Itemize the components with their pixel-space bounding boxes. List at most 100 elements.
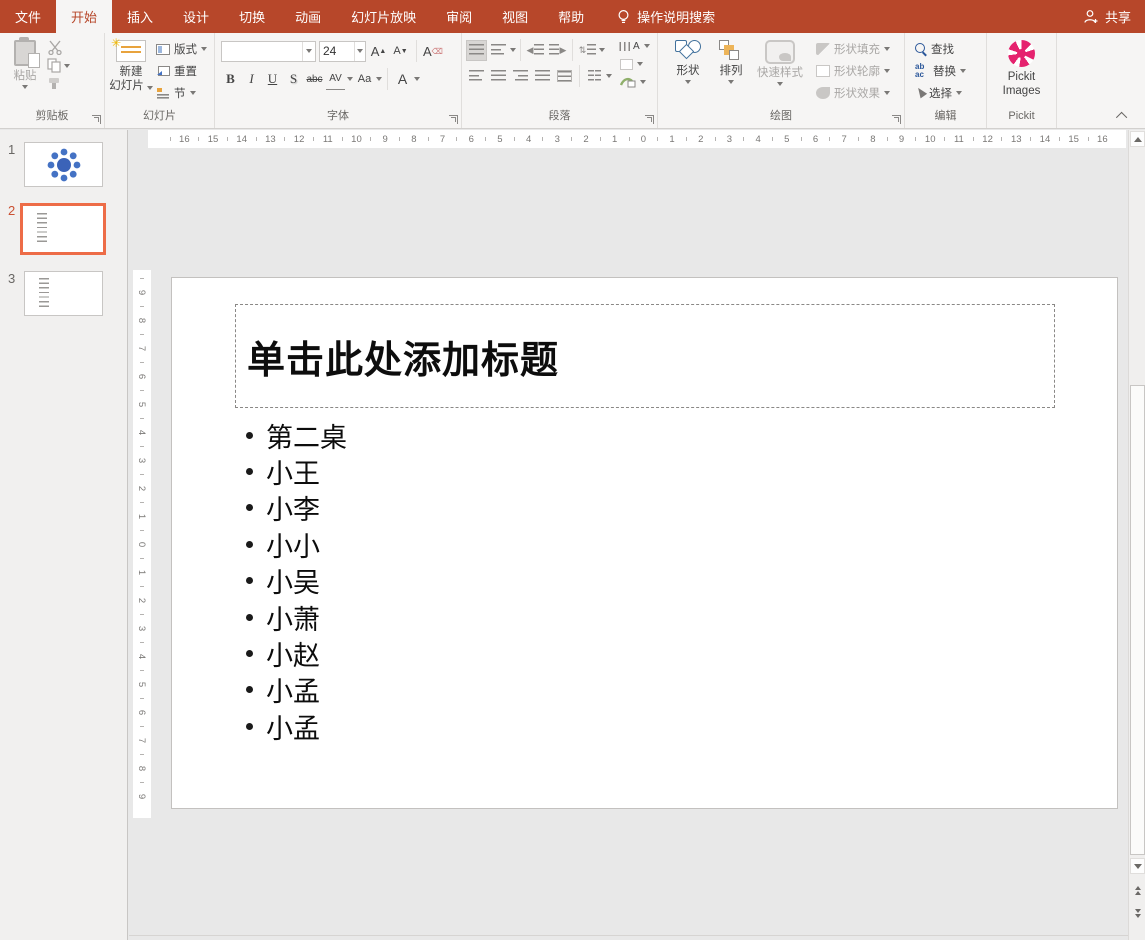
vruler-mark: 8 [133, 306, 151, 334]
italic-button[interactable]: I [242, 68, 261, 90]
vertical-scrollbar[interactable] [1128, 130, 1145, 940]
tell-me-search[interactable]: 操作说明搜索 [617, 0, 715, 33]
hruler-mark: 4 [514, 130, 543, 148]
tab-设计[interactable]: 设计 [168, 0, 224, 33]
slide-thumbnail-3[interactable]: 3 [0, 271, 127, 316]
slide-thumbnail-preview[interactable] [20, 203, 106, 255]
columns-caret[interactable] [606, 74, 612, 78]
select-button[interactable]: 选择 [913, 82, 983, 104]
slide-thumbnail-1[interactable]: 1 [0, 142, 127, 187]
font-name-combo[interactable] [221, 41, 316, 62]
tab-切换[interactable]: 切换 [224, 0, 280, 33]
tab-帮助[interactable]: 帮助 [543, 0, 599, 33]
strikethrough-button[interactable]: abc [305, 68, 324, 90]
scroll-down-button[interactable] [1130, 858, 1145, 874]
slide-canvas[interactable]: 单击此处添加标题 第二桌小王小李小小小吴小萧小赵小孟小孟 [171, 277, 1118, 809]
format-painter-icon[interactable] [47, 76, 63, 91]
copy-icon[interactable] [47, 58, 61, 73]
font-color-caret[interactable] [414, 77, 420, 81]
justify-button[interactable] [532, 66, 553, 87]
shape-outline-button[interactable]: 形状轮廓 [814, 60, 892, 82]
share-button[interactable]: 共享 [1083, 0, 1145, 33]
clear-formatting-button[interactable]: A⌫ [423, 40, 443, 62]
numbering-caret[interactable] [510, 48, 516, 52]
collapse-ribbon-button[interactable] [1115, 110, 1131, 122]
font-dialog-launcher[interactable] [449, 115, 458, 124]
hruler-mark: 16 [1088, 130, 1117, 148]
tab-视图[interactable]: 视图 [487, 0, 543, 33]
tab-文件[interactable]: 文件 [0, 0, 56, 33]
hruler-mark: 9 [371, 130, 400, 148]
decrease-font-size-button[interactable]: A▼ [391, 40, 410, 62]
paragraph-dialog-launcher[interactable] [645, 115, 654, 124]
columns-button[interactable] [584, 66, 605, 87]
layout-button[interactable]: 版式 [154, 38, 209, 60]
shape-fill-button[interactable]: 形状填充 [814, 38, 892, 60]
section-label: 节 [174, 85, 186, 101]
shapes-button[interactable]: 形状 [666, 38, 710, 108]
text-direction-button[interactable]: A [618, 37, 652, 55]
arrange-button[interactable]: 排列 [710, 38, 752, 108]
next-slide-button[interactable] [1130, 905, 1145, 921]
reset-button[interactable]: 重置 [154, 60, 209, 82]
tab-插入[interactable]: 插入 [112, 0, 168, 33]
drawing-group-label: 绘图 [658, 108, 904, 128]
font-name-dropdown-icon[interactable] [302, 42, 315, 61]
bullets-button[interactable] [466, 40, 487, 61]
title-placeholder[interactable]: 单击此处添加标题 [235, 304, 1055, 408]
line-spacing-caret[interactable] [599, 48, 605, 52]
bold-button[interactable]: B [221, 68, 240, 90]
clipboard-dialog-launcher[interactable] [92, 115, 101, 124]
increase-indent-button[interactable]: ▶ [547, 40, 568, 61]
character-spacing-caret[interactable] [347, 77, 353, 81]
distribute-button[interactable] [554, 66, 575, 87]
font-size-combo[interactable] [319, 41, 366, 62]
underline-button[interactable]: U [263, 68, 282, 90]
slide-thumbnail-preview[interactable] [24, 271, 103, 316]
numbering-button[interactable] [488, 40, 509, 61]
new-slide-button[interactable]: ✳ 新建 幻灯片 [108, 38, 154, 108]
section-button[interactable]: 节 [154, 82, 209, 104]
tab-审阅[interactable]: 审阅 [431, 0, 487, 33]
slide-thumbnail-preview[interactable] [24, 142, 103, 187]
scroll-up-button[interactable] [1130, 131, 1145, 147]
layout-icon [156, 44, 170, 55]
increase-font-size-button[interactable]: A▲ [369, 40, 388, 62]
quick-styles-button[interactable]: 快速样式 [752, 38, 808, 108]
find-button[interactable]: 查找 [913, 38, 983, 60]
paste-button[interactable]: 粘贴 [3, 38, 47, 108]
bullet-item: 小孟 [246, 672, 347, 708]
scrollbar-thumb[interactable] [1130, 385, 1145, 855]
cut-icon[interactable] [47, 40, 64, 55]
drawing-dialog-launcher[interactable] [892, 115, 901, 124]
change-case-caret[interactable] [376, 77, 382, 81]
bullet-item: 小赵 [246, 635, 347, 671]
font-name-input[interactable] [222, 42, 302, 61]
font-color-button[interactable]: A [393, 68, 412, 90]
line-spacing-button[interactable]: ⇅ [577, 40, 598, 61]
change-case-button[interactable]: Aa [355, 68, 374, 90]
align-left-button[interactable] [466, 66, 487, 87]
hruler-mark: 3 [543, 130, 572, 148]
font-size-dropdown-icon[interactable] [354, 42, 365, 61]
tab-动画[interactable]: 动画 [280, 0, 336, 33]
font-size-input[interactable] [320, 42, 354, 61]
hruler-mark: 5 [486, 130, 515, 148]
align-right-button[interactable] [510, 66, 531, 87]
tab-幻灯片放映[interactable]: 幻灯片放映 [336, 0, 431, 33]
align-text-button[interactable] [618, 55, 652, 73]
text-shadow-button[interactable]: S [284, 68, 303, 90]
tab-开始[interactable]: 开始 [56, 0, 112, 33]
hruler-mark: 16 [170, 130, 199, 148]
body-text-box[interactable]: 第二桌小王小李小小小吴小萧小赵小孟小孟 [246, 417, 347, 745]
shape-effects-button[interactable]: 形状效果 [814, 82, 892, 104]
slide-thumbnail-2[interactable]: 2 [0, 203, 127, 255]
previous-slide-button[interactable] [1130, 882, 1145, 898]
decrease-indent-button[interactable]: ◀ [525, 40, 546, 61]
reset-label: 重置 [174, 63, 197, 79]
replace-button[interactable]: abac 替换 [913, 60, 983, 82]
convert-smartart-button[interactable] [618, 73, 652, 91]
pickit-images-button[interactable]: Pickit Images [992, 38, 1052, 108]
character-spacing-button[interactable]: AV [326, 68, 345, 90]
align-center-button[interactable] [488, 66, 509, 87]
